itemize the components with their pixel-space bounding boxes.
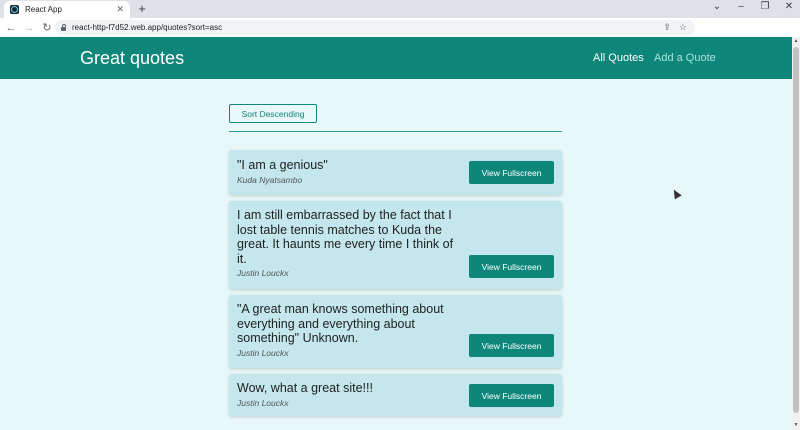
view-fullscreen-button[interactable]: View Fullscreen: [469, 255, 554, 278]
lock-icon[interactable]: [61, 23, 66, 31]
react-favicon-icon: [10, 5, 19, 14]
site-logo: Great quotes: [80, 48, 185, 68]
restore-icon[interactable]: ❐: [758, 1, 772, 12]
scrollbar-thumb[interactable]: [793, 47, 799, 413]
minimize-icon[interactable]: –: [734, 1, 748, 12]
quote-card: I am still embarrassed by the fact that …: [229, 201, 562, 289]
browser-tabstrip: React App ✕ + ⌄ – ❐ ✕: [0, 0, 800, 18]
quote-text: "A great man knows something about every…: [237, 302, 444, 345]
tab-title: React App: [25, 5, 62, 14]
quote-author: Justin Louckx: [237, 348, 289, 358]
page-viewport: Great quotes All Quotes Add a Quote Sort…: [0, 37, 792, 430]
share-icon[interactable]: ⇪: [663, 22, 671, 33]
page-scrollbar[interactable]: ▲ ▼: [792, 37, 800, 430]
quote-card: "I am a genious" Kuda Nyatsambo View Ful…: [229, 150, 562, 195]
site-header: Great quotes All Quotes Add a Quote: [0, 37, 792, 79]
sort-button[interactable]: Sort Descending: [229, 104, 317, 123]
quote-card: Wow, what a great site!!! Justin Louckx …: [229, 374, 562, 416]
close-tab-icon[interactable]: ✕: [116, 4, 124, 15]
quote-author: Kuda Nyatsambo: [237, 175, 303, 185]
nav-all-quotes[interactable]: All Quotes: [593, 52, 644, 64]
forward-icon[interactable]: →: [22, 22, 36, 34]
nav-add-quote[interactable]: Add a Quote: [654, 52, 716, 64]
mouse-cursor-icon: [670, 187, 682, 200]
view-fullscreen-button[interactable]: View Fullscreen: [469, 384, 554, 407]
quote-card: "A great man knows something about every…: [229, 295, 562, 368]
quote-author: Justin Louckx: [237, 268, 289, 278]
quote-text: I am still embarrassed by the fact that …: [237, 208, 454, 266]
view-fullscreen-button[interactable]: View Fullscreen: [469, 161, 554, 184]
quote-text: "I am a genious": [237, 158, 328, 172]
scroll-up-icon[interactable]: ▲: [792, 38, 800, 44]
divider: [229, 131, 562, 132]
url-text[interactable]: react-http-f7d52.web.app/quotes?sort=asc: [72, 23, 663, 32]
close-window-icon[interactable]: ✕: [782, 1, 796, 12]
reload-icon[interactable]: ↻: [40, 21, 54, 34]
browser-tab[interactable]: React App ✕: [4, 1, 130, 18]
star-icon[interactable]: ☆: [679, 22, 687, 33]
scroll-down-icon[interactable]: ▼: [792, 422, 800, 428]
tab-search-icon[interactable]: ⌄: [710, 1, 724, 12]
quote-text: Wow, what a great site!!!: [237, 381, 373, 395]
back-icon[interactable]: ←: [4, 22, 18, 34]
new-tab-icon[interactable]: +: [135, 1, 149, 16]
view-fullscreen-button[interactable]: View Fullscreen: [469, 334, 554, 357]
quote-author: Justin Louckx: [237, 398, 289, 408]
address-bar[interactable]: react-http-f7d52.web.app/quotes?sort=asc…: [55, 20, 695, 35]
browser-toolbar: ← → ↻ react-http-f7d52.web.app/quotes?so…: [0, 18, 800, 51]
